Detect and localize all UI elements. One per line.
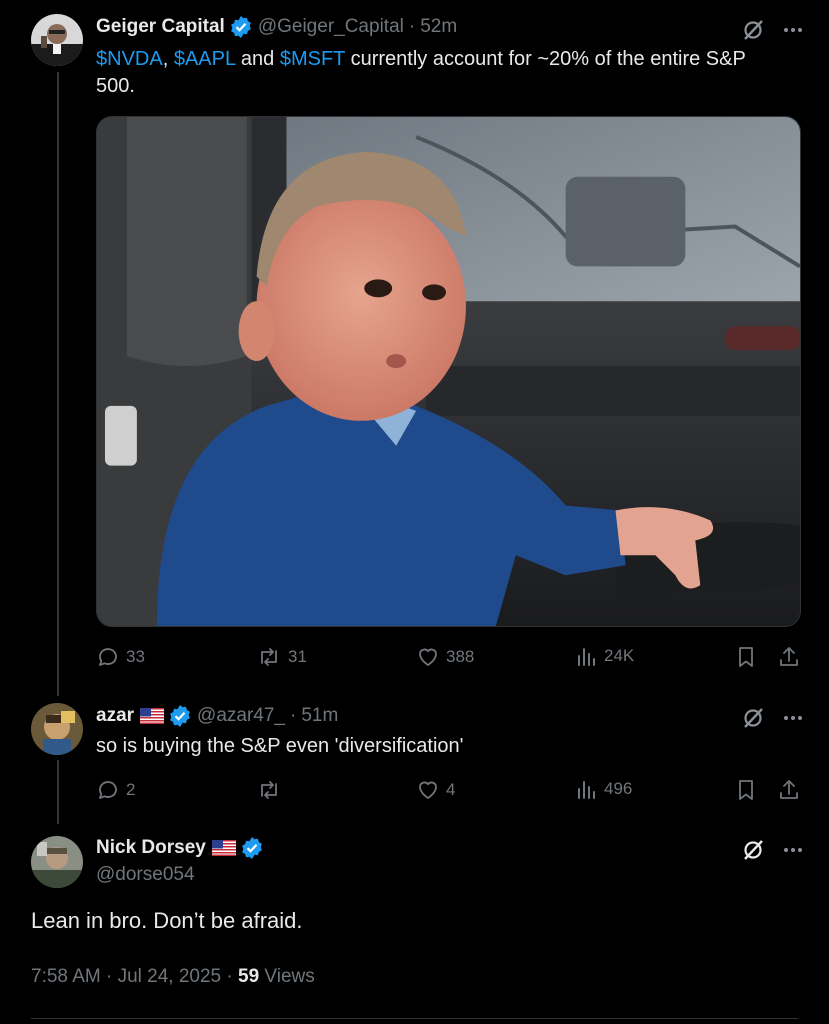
verified-badge-icon xyxy=(169,705,191,727)
views-label: Views xyxy=(259,966,315,987)
author-handle[interactable]: @azar47_ xyxy=(197,705,285,727)
repost-icon xyxy=(261,648,277,666)
repost-button[interactable] xyxy=(256,778,288,802)
share-icon xyxy=(780,647,798,666)
more-icon[interactable] xyxy=(783,847,803,853)
reply-count: 2 xyxy=(126,780,136,799)
reply-button[interactable]: 33 xyxy=(96,645,145,669)
thread-line-1 xyxy=(57,72,59,696)
reply-header: azar @azar47_ · 51m xyxy=(96,705,338,727)
cashtag-nvda[interactable]: $NVDA xyxy=(96,48,163,70)
like-button[interactable]: 4 xyxy=(416,778,455,802)
views-icon xyxy=(578,648,595,666)
author-name[interactable]: Geiger Capital xyxy=(96,16,225,38)
like-count: 4 xyxy=(446,780,456,799)
more-icon[interactable] xyxy=(783,27,803,33)
bookmark-icon xyxy=(739,647,753,667)
avatar[interactable] xyxy=(31,703,83,755)
repost-count: 31 xyxy=(288,647,307,666)
separator-dot: · xyxy=(289,705,297,726)
focused-meta: 7:58 AM · Jul 24, 2025 · 59 Views xyxy=(31,966,315,988)
focused-text: Lean in bro. Don’t be afraid. xyxy=(31,908,303,933)
bookmark-button[interactable] xyxy=(735,645,757,669)
verified-badge-icon xyxy=(230,16,252,38)
grok-icon[interactable] xyxy=(741,18,765,42)
avatar[interactable] xyxy=(31,836,83,888)
tweet-header: Geiger Capital @Geiger_Capital · 52m xyxy=(96,16,457,38)
author-name[interactable]: azar xyxy=(96,705,134,727)
reply-count: 33 xyxy=(126,647,145,666)
us-flag-icon xyxy=(211,840,236,856)
more-icon[interactable] xyxy=(783,715,803,721)
views-count: 496 xyxy=(604,779,633,798)
tweet-media-image[interactable] xyxy=(96,116,801,627)
share-icon xyxy=(780,780,798,799)
reply-top-icons xyxy=(741,706,803,730)
views-button[interactable]: 24K xyxy=(576,645,634,667)
tweet-text-part: and xyxy=(235,48,280,70)
us-flag-icon xyxy=(140,708,165,724)
author-name[interactable]: Nick Dorsey xyxy=(96,837,206,859)
bookmark-icon xyxy=(739,780,753,800)
grok-icon[interactable] xyxy=(741,706,765,730)
tweet-text-part: 500. xyxy=(96,75,135,97)
like-icon xyxy=(419,781,437,799)
divider xyxy=(31,1018,798,1019)
tweet-actions: 33 31 388 24K xyxy=(96,645,802,673)
views-count: 24K xyxy=(604,646,635,665)
repost-button[interactable]: 31 xyxy=(256,645,307,669)
tweet-text-part: currently account for ~20% of the entire… xyxy=(345,48,746,70)
timestamp[interactable]: 7:58 AM · Jul 24, 2025 · xyxy=(31,966,238,987)
tweet-text: $NVDA, $AAPL and $MSFT currently account… xyxy=(96,46,796,100)
verified-badge-icon xyxy=(241,837,263,859)
like-count: 388 xyxy=(446,647,475,666)
reply-icon xyxy=(99,648,117,666)
separator-dot: · xyxy=(408,16,416,37)
reply-actions: 2 4 496 xyxy=(96,778,802,806)
share-button[interactable] xyxy=(777,645,801,669)
cashtag-msft[interactable]: $MSFT xyxy=(280,48,345,70)
focused-header: Nick Dorsey xyxy=(96,837,263,859)
reply-text: so is buying the S&P even 'diversificati… xyxy=(96,735,464,757)
timestamp[interactable]: 51m xyxy=(301,705,338,727)
like-icon xyxy=(419,648,437,666)
views-button[interactable]: 496 xyxy=(576,778,632,800)
repost-icon xyxy=(261,781,277,799)
reply-button[interactable]: 2 xyxy=(96,778,135,802)
bookmark-button[interactable] xyxy=(735,778,757,802)
author-handle[interactable]: @dorse054 xyxy=(96,864,195,886)
reply-icon xyxy=(99,781,117,799)
views-icon xyxy=(578,781,595,799)
author-handle[interactable]: @Geiger_Capital xyxy=(258,16,404,38)
like-button[interactable]: 388 xyxy=(416,645,474,669)
views-count: 59 xyxy=(238,966,260,987)
thread-line-2 xyxy=(57,760,59,824)
timestamp[interactable]: 52m xyxy=(420,16,457,38)
share-button[interactable] xyxy=(777,778,801,802)
avatar[interactable] xyxy=(31,14,83,66)
focused-top-icons xyxy=(741,838,803,862)
tweet-top-icons xyxy=(741,18,803,42)
focused-handle-row: @dorse054 xyxy=(96,864,195,886)
tweet-text-part: , xyxy=(162,48,174,70)
cashtag-aapl[interactable]: $AAPL xyxy=(174,48,236,70)
grok-icon[interactable] xyxy=(741,838,765,862)
